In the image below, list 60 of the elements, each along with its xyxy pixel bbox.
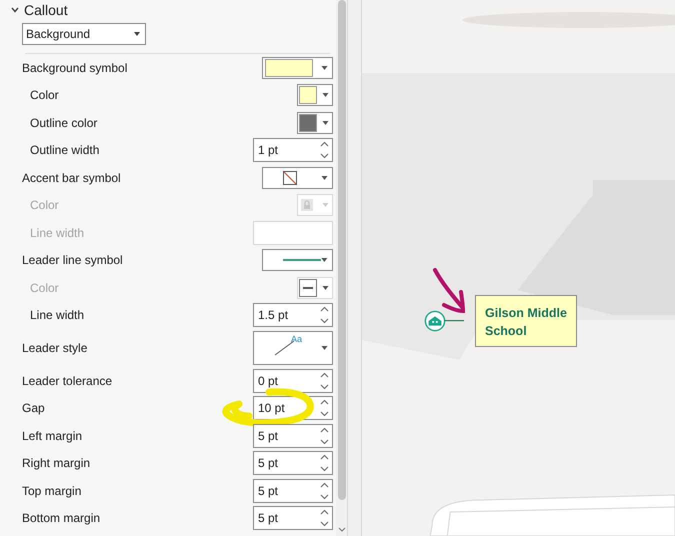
spinner-icon bbox=[320, 482, 329, 500]
property-label: Right margin bbox=[22, 456, 90, 470]
caret-icon bbox=[322, 93, 329, 98]
scrollbar-thumb[interactable] bbox=[338, 0, 346, 500]
arrow-drawing bbox=[432, 267, 468, 315]
caret-icon bbox=[322, 203, 329, 208]
number-field[interactable]: 5 pt bbox=[253, 424, 333, 448]
spinner-icon bbox=[320, 141, 329, 160]
symbol-dropdown[interactable] bbox=[262, 249, 333, 272]
property-label: Top margin bbox=[22, 484, 82, 498]
number-field[interactable]: 1.5 pt bbox=[253, 303, 333, 328]
leader-style-dropdown[interactable]: Aa bbox=[253, 331, 333, 365]
property-label: Background symbol bbox=[22, 60, 128, 75]
leader-line bbox=[444, 320, 464, 322]
caret-icon bbox=[321, 176, 328, 180]
number-field[interactable]: 0 pt bbox=[253, 368, 333, 393]
lock-icon bbox=[299, 197, 315, 214]
color-dropdown[interactable] bbox=[297, 112, 333, 134]
spinner-icon bbox=[320, 372, 329, 390]
school-icon bbox=[424, 310, 446, 332]
property-label: Bottom margin bbox=[22, 511, 100, 526]
line-swatch-icon bbox=[299, 278, 317, 297]
property-label: Left margin bbox=[22, 428, 82, 443]
property-label: Accent bar symbol bbox=[22, 170, 121, 185]
scroll-down-icon[interactable] bbox=[338, 527, 346, 532]
scrollbar[interactable] bbox=[336, 0, 347, 536]
property-label: Leader line symbol bbox=[22, 253, 123, 268]
number-field[interactable]: 5 pt bbox=[253, 478, 333, 503]
property-label: Line width bbox=[29, 226, 84, 240]
property-label: Gap bbox=[22, 401, 45, 416]
spinner-icon bbox=[320, 454, 329, 472]
caret-icon bbox=[321, 258, 328, 262]
caret-icon bbox=[321, 66, 328, 70]
property-label: Color bbox=[29, 88, 59, 102]
map-callout: Gilson Middle School bbox=[475, 295, 577, 347]
no-symbol-icon bbox=[283, 170, 297, 185]
property-label: Leader style bbox=[22, 341, 88, 355]
caret-icon bbox=[134, 32, 140, 36]
section-header[interactable]: Callout bbox=[0, 0, 333, 20]
property-label: Color bbox=[29, 198, 59, 212]
spinner-icon bbox=[320, 426, 329, 445]
spinner-icon bbox=[320, 399, 329, 418]
property-label: Line width bbox=[29, 308, 84, 322]
caret-icon bbox=[322, 286, 329, 290]
number-field[interactable]: 1 pt bbox=[253, 138, 333, 162]
property-label: Outline width bbox=[29, 143, 100, 158]
color-dropdown[interactable] bbox=[297, 84, 333, 106]
caret-icon bbox=[322, 120, 329, 125]
symbol-dropdown[interactable] bbox=[262, 56, 333, 79]
caret-icon bbox=[321, 346, 328, 350]
property-label: Color bbox=[29, 280, 59, 295]
symbol-dropdown[interactable] bbox=[262, 166, 333, 189]
number-field[interactable]: 5 pt bbox=[253, 506, 333, 530]
property-label: Outline color bbox=[29, 116, 98, 130]
property-label: Leader tolerance bbox=[22, 374, 112, 388]
type-dropdown[interactable]: Background bbox=[22, 23, 146, 45]
spinner-icon bbox=[320, 306, 329, 324]
section-title: Callout bbox=[24, 2, 68, 18]
number-field[interactable]: 5 pt bbox=[253, 451, 333, 476]
spinner-icon bbox=[320, 509, 329, 528]
